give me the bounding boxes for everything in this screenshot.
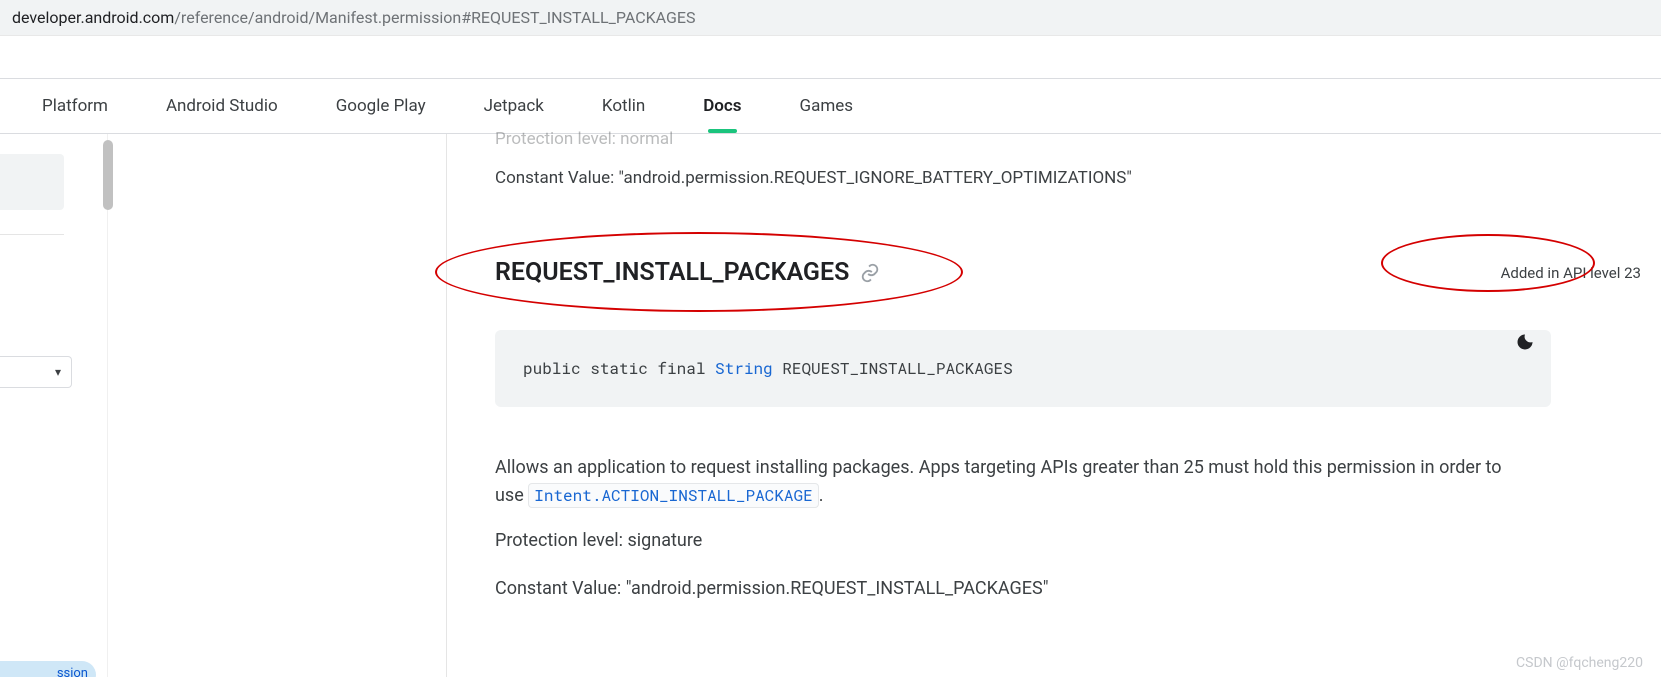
nav-tab-google-play[interactable]: Google Play xyxy=(336,80,426,132)
prev-constant-value: Constant Value: "android.permission.REQU… xyxy=(495,168,1132,188)
nav-tab-platform[interactable]: Platform xyxy=(42,80,108,132)
signature-type-link[interactable]: String xyxy=(715,358,773,379)
nav-tab-docs[interactable]: Docs xyxy=(703,80,741,132)
sidebar-active-item[interactable]: ssion xyxy=(0,661,96,677)
url-bar[interactable]: developer.android.com/reference/android/… xyxy=(0,0,1661,36)
nav-tab-kotlin[interactable]: Kotlin xyxy=(602,80,645,132)
signature-code-block: public static final String REQUEST_INSTA… xyxy=(495,330,1551,407)
primary-nav: Platform Android Studio Google Play Jetp… xyxy=(0,78,1661,134)
sidebar-scrollbar[interactable] xyxy=(103,140,113,210)
nav-tab-android-studio[interactable]: Android Studio xyxy=(166,80,278,132)
section-heading-row: REQUEST_INSTALL_PACKAGES Added in API le… xyxy=(495,258,1641,287)
desc-code-link[interactable]: Intent.ACTION_INSTALL_PACKAGE xyxy=(528,483,818,508)
sidebar-item[interactable] xyxy=(0,154,64,210)
section-constant-value: Constant Value: "android.permission.REQU… xyxy=(495,578,1048,599)
url-domain: developer.android.com xyxy=(12,8,174,27)
section-heading-text: REQUEST_INSTALL_PACKAGES xyxy=(495,258,849,287)
sidebar-filter-dropdown[interactable]: ▾ xyxy=(0,356,72,388)
chevron-down-icon: ▾ xyxy=(55,365,61,379)
nav-tab-jetpack[interactable]: Jetpack xyxy=(484,80,544,132)
api-level-note[interactable]: Added in API level 23 xyxy=(1501,264,1641,282)
header-blank xyxy=(0,36,1661,78)
section-heading: REQUEST_INSTALL_PACKAGES xyxy=(495,258,881,287)
sidebar-separator xyxy=(0,234,64,235)
signature-prefix: public static final xyxy=(523,358,715,379)
section-description: Allows an application to request install… xyxy=(495,454,1531,510)
permalink-icon[interactable] xyxy=(859,262,881,284)
watermark: CSDN @fqcheng220 xyxy=(1516,655,1643,671)
content: Protection level: normal Constant Value:… xyxy=(446,134,1661,677)
section-protection-level: Protection level: signature xyxy=(495,530,702,551)
desc-text-post: . xyxy=(819,485,824,506)
prev-protection-level: Protection level: normal xyxy=(495,129,673,149)
nav-tab-games[interactable]: Games xyxy=(800,80,854,132)
signature-suffix: REQUEST_INSTALL_PACKAGES xyxy=(773,358,1013,379)
dark-mode-toggle-icon[interactable] xyxy=(1515,332,1539,356)
sidebar: ▾ ssion xyxy=(0,134,108,677)
url-path: /reference/android/Manifest.permission#R… xyxy=(174,8,695,27)
